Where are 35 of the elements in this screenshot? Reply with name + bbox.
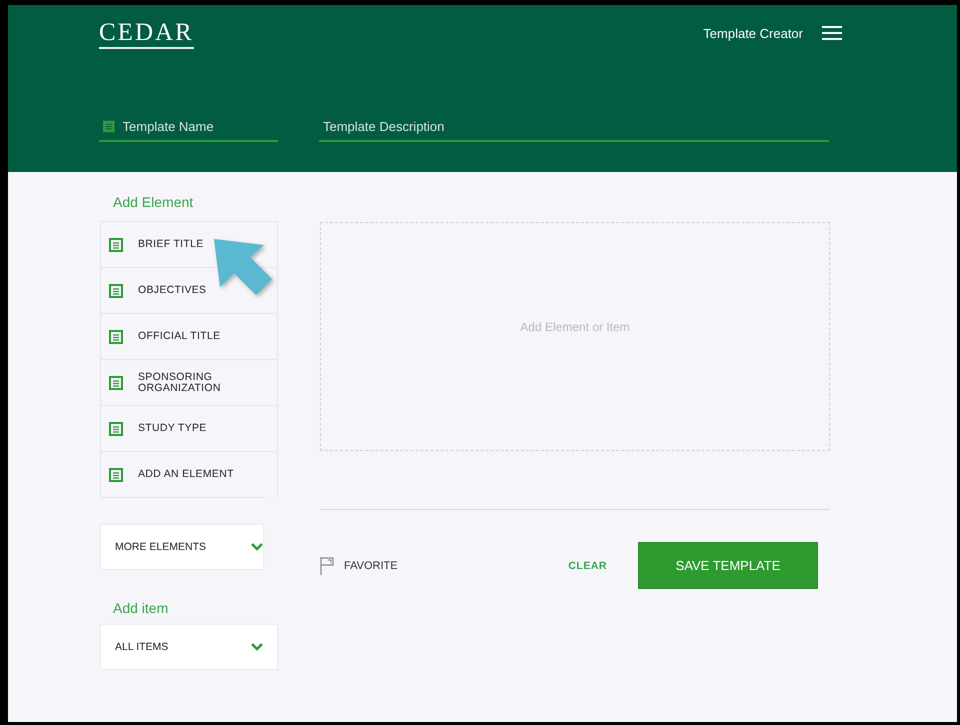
page-title: Template Creator bbox=[703, 26, 803, 40]
element-label: STUDY TYPE bbox=[138, 423, 208, 434]
document-icon bbox=[109, 422, 123, 436]
document-icon bbox=[109, 238, 123, 252]
document-icon bbox=[109, 468, 123, 482]
favorite-label: FAVORITE bbox=[344, 560, 398, 572]
element-label: SPONSORING ORGANIZATION bbox=[138, 372, 222, 394]
document-icon bbox=[103, 120, 115, 133]
element-item[interactable]: SPONSORING ORGANIZATION bbox=[101, 360, 277, 406]
drop-zone-hint: Add Element or Item bbox=[520, 320, 630, 334]
more-elements-dropdown[interactable]: MORE ELEMENTS bbox=[100, 524, 264, 570]
dropdown-label: ALL ITEMS bbox=[115, 641, 168, 653]
chevron-down-icon bbox=[251, 643, 263, 651]
template-name-field[interactable]: Template Name bbox=[122, 119, 278, 134]
section-heading: Add Element bbox=[112, 194, 194, 210]
save-template-button[interactable]: SAVE TEMPLATE bbox=[638, 542, 818, 589]
dropdown-label: MORE ELEMENTS bbox=[115, 541, 206, 553]
element-label: OBJECTIVES bbox=[138, 285, 208, 296]
template-description-field[interactable]: Template Description bbox=[323, 119, 829, 134]
menu-icon[interactable] bbox=[821, 25, 843, 41]
element-label: OFFICIAL TITLE bbox=[138, 331, 222, 342]
all-items-dropdown[interactable]: ALL ITEMS bbox=[100, 624, 278, 670]
element-label: BRIEF TITLE bbox=[138, 239, 205, 250]
chevron-down-icon bbox=[251, 543, 263, 551]
document-icon bbox=[109, 376, 123, 390]
document-icon bbox=[109, 284, 123, 298]
element-item[interactable]: STUDY TYPE bbox=[101, 406, 277, 452]
flag-icon bbox=[320, 556, 334, 574]
section-heading: Add item bbox=[112, 600, 170, 616]
element-item[interactable]: ADD AN ELEMENT bbox=[101, 452, 265, 498]
logo[interactable]: CEDAR bbox=[99, 19, 194, 49]
favorite-toggle[interactable]: FAVORITE bbox=[320, 556, 398, 574]
element-label: ADD AN ELEMENT bbox=[138, 469, 235, 480]
element-item[interactable]: OFFICIAL TITLE bbox=[101, 314, 277, 360]
document-icon bbox=[109, 330, 123, 344]
